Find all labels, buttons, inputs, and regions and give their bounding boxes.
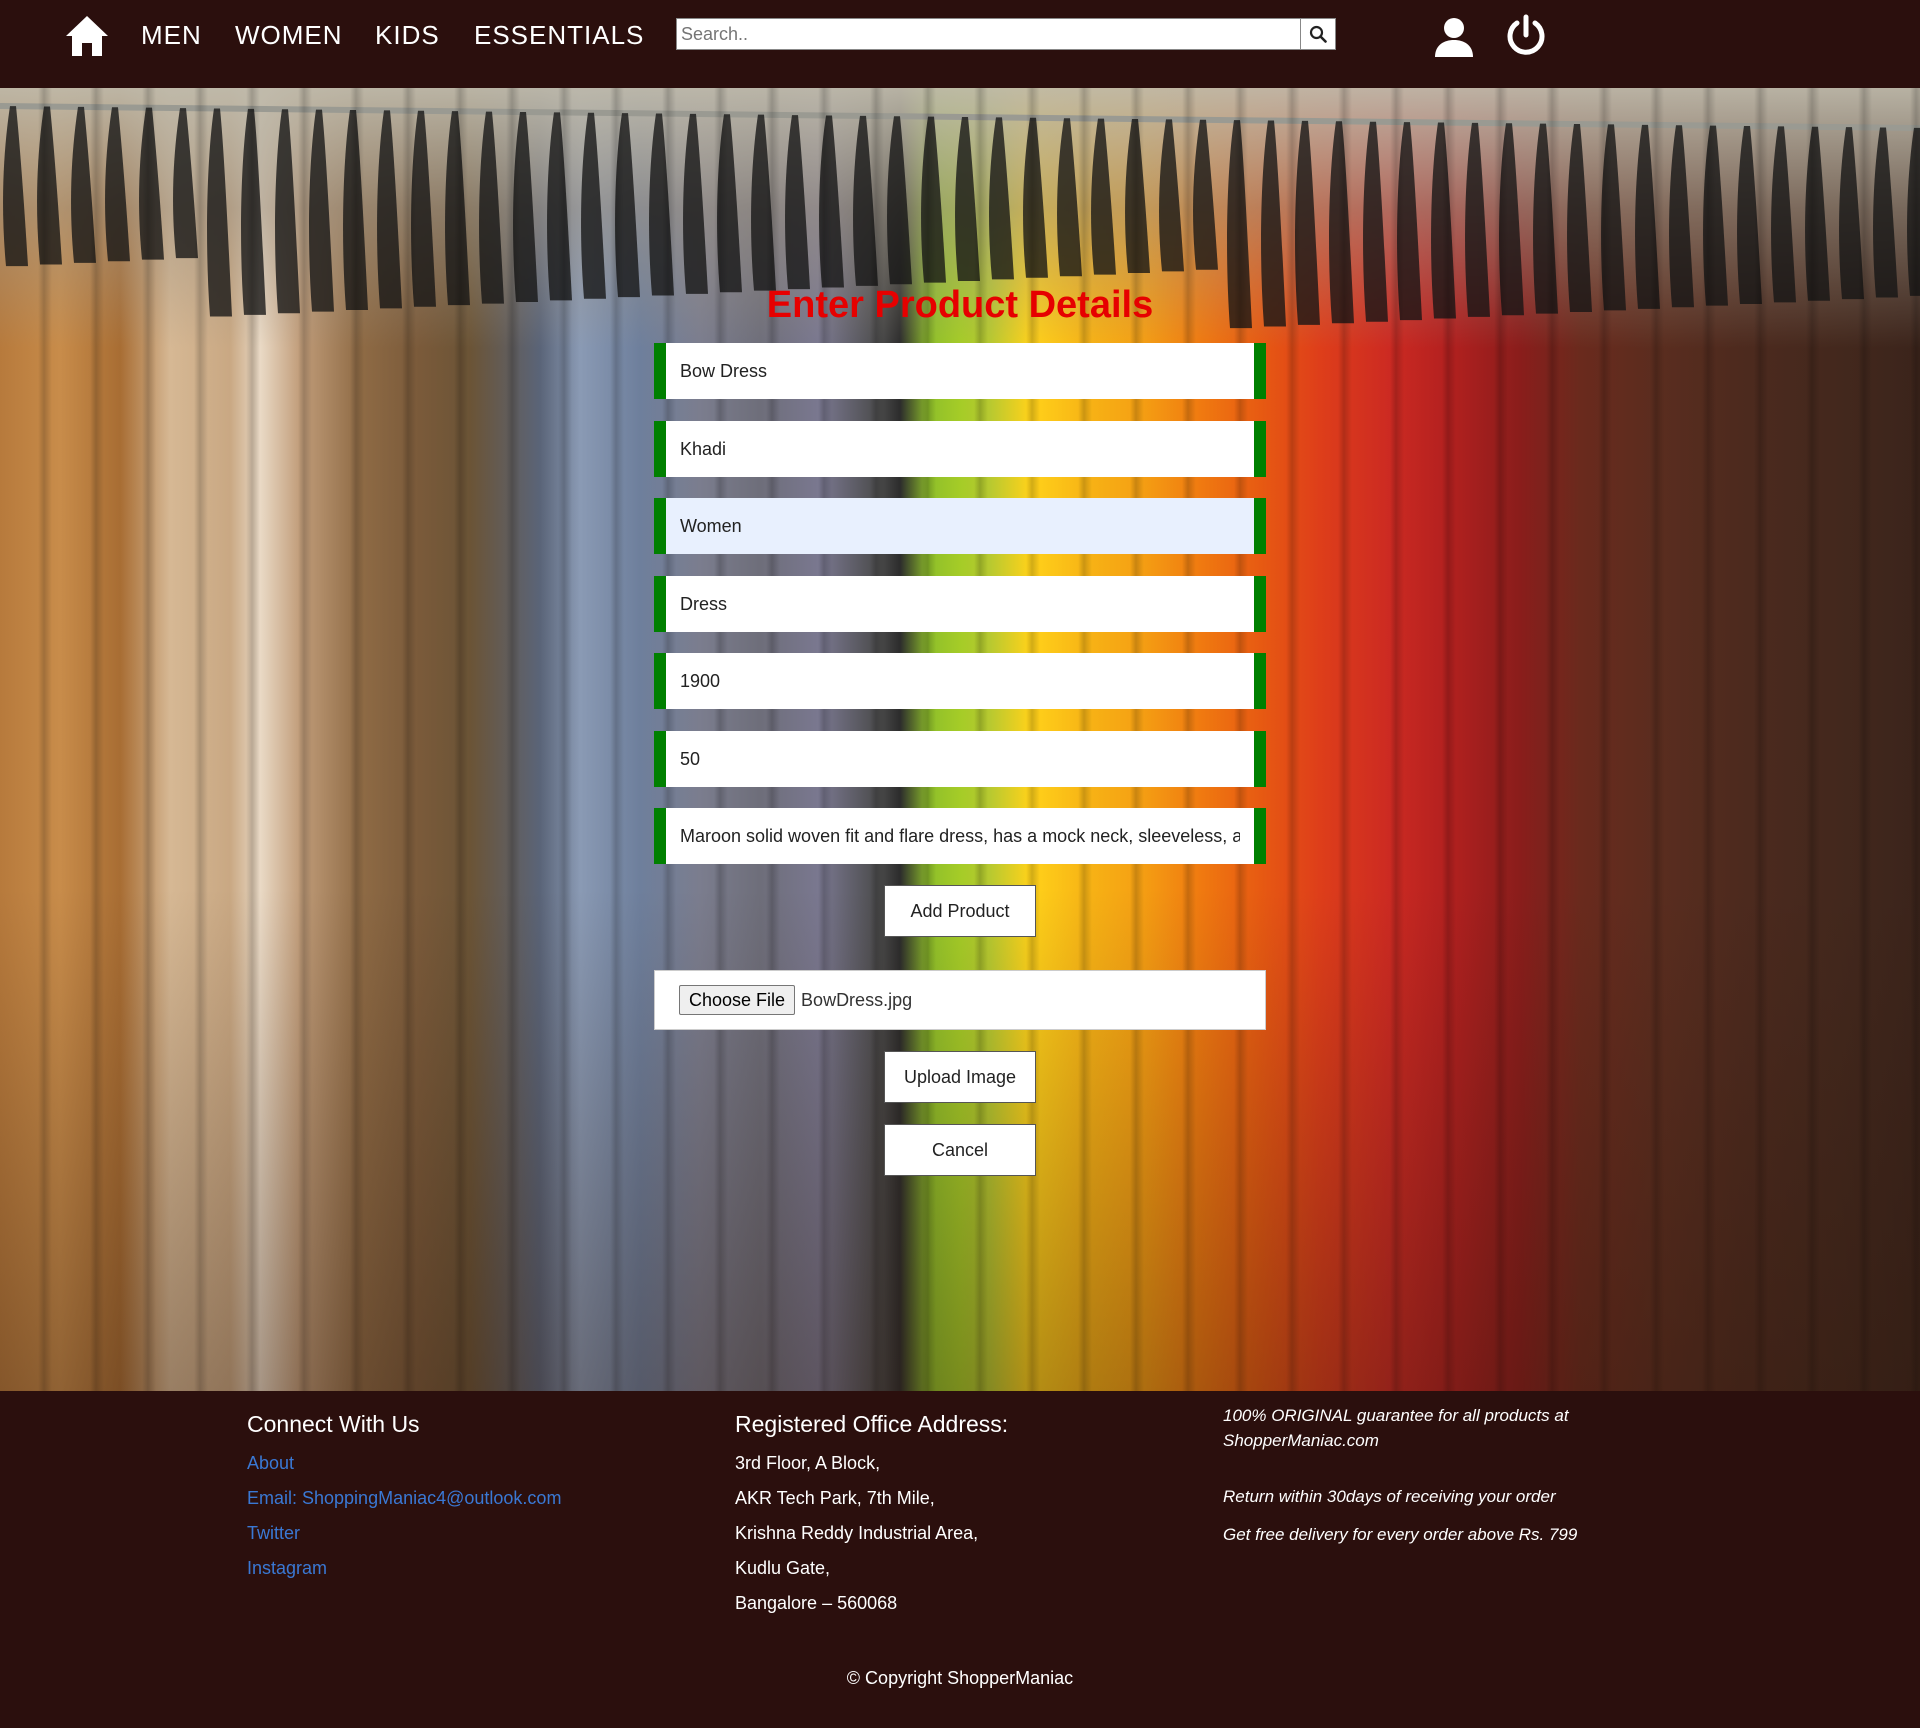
cancel-button[interactable]: Cancel [884, 1124, 1036, 1176]
selected-file-name: BowDress.jpg [801, 989, 913, 1010]
search-button[interactable] [1300, 18, 1336, 50]
add-product-button[interactable]: Add Product [884, 885, 1036, 937]
product-type-field[interactable] [654, 576, 1266, 632]
form-title: Enter Product Details [766, 284, 1154, 326]
connect-heading: Connect With Us [247, 1411, 420, 1437]
nav-link-women[interactable]: WOMEN [235, 20, 343, 51]
address-line: Kudlu Gate, [735, 1558, 831, 1578]
file-upload-row: Choose File BowDress.jpg [654, 970, 1266, 1030]
promo-delivery: Get free delivery for every order above … [1223, 1525, 1578, 1544]
upload-image-button[interactable]: Upload Image [884, 1051, 1036, 1103]
product-category-field[interactable] [654, 498, 1266, 554]
nav-link-kids[interactable]: KIDS [375, 20, 440, 51]
home-icon[interactable] [64, 14, 110, 58]
choose-file-button[interactable]: Choose File [679, 985, 796, 1015]
address-heading: Registered Office Address: [735, 1411, 1009, 1437]
product-type-input[interactable] [666, 576, 1254, 632]
nav-link-men[interactable]: MEN [141, 20, 202, 51]
user-icon[interactable] [1432, 15, 1476, 59]
search-input[interactable] [676, 18, 1301, 50]
product-description-input[interactable] [666, 808, 1254, 864]
footer: Connect With Us About Email: ShoppingMan… [0, 1391, 1920, 1728]
product-price-input[interactable] [666, 653, 1254, 709]
product-name-field[interactable] [654, 343, 1266, 399]
product-brand-input[interactable] [666, 421, 1254, 477]
address-line: Krishna Reddy Industrial Area, [735, 1523, 979, 1543]
product-category-input[interactable] [666, 498, 1254, 554]
twitter-link[interactable]: Twitter [247, 1523, 300, 1544]
address-line: Bangalore – 560068 [735, 1593, 898, 1613]
product-quantity-field[interactable] [654, 731, 1266, 787]
nav-link-essentials[interactable]: ESSENTIALS [474, 20, 644, 51]
product-price-field[interactable] [654, 653, 1266, 709]
promo-return: Return within 30days of receiving your o… [1223, 1487, 1556, 1506]
power-icon[interactable] [1504, 14, 1548, 58]
promo-guarantee: 100% ORIGINAL guarantee for all products… [1223, 1406, 1569, 1450]
about-link[interactable]: About [247, 1453, 294, 1474]
search-icon [1309, 25, 1327, 43]
product-brand-field[interactable] [654, 421, 1266, 477]
address-line: 3rd Floor, A Block, [735, 1453, 881, 1473]
instagram-link[interactable]: Instagram [247, 1558, 327, 1579]
product-quantity-input[interactable] [666, 731, 1254, 787]
product-name-input[interactable] [666, 343, 1254, 399]
top-navbar: MEN WOMEN KIDS ESSENTIALS [0, 0, 1920, 88]
product-description-field[interactable] [654, 808, 1266, 864]
copyright-text: © Copyright ShopperManiac [846, 1668, 1074, 1688]
email-link[interactable]: Email: ShoppingManiac4@outlook.com [247, 1488, 561, 1509]
address-line: AKR Tech Park, 7th Mile, [735, 1488, 935, 1508]
